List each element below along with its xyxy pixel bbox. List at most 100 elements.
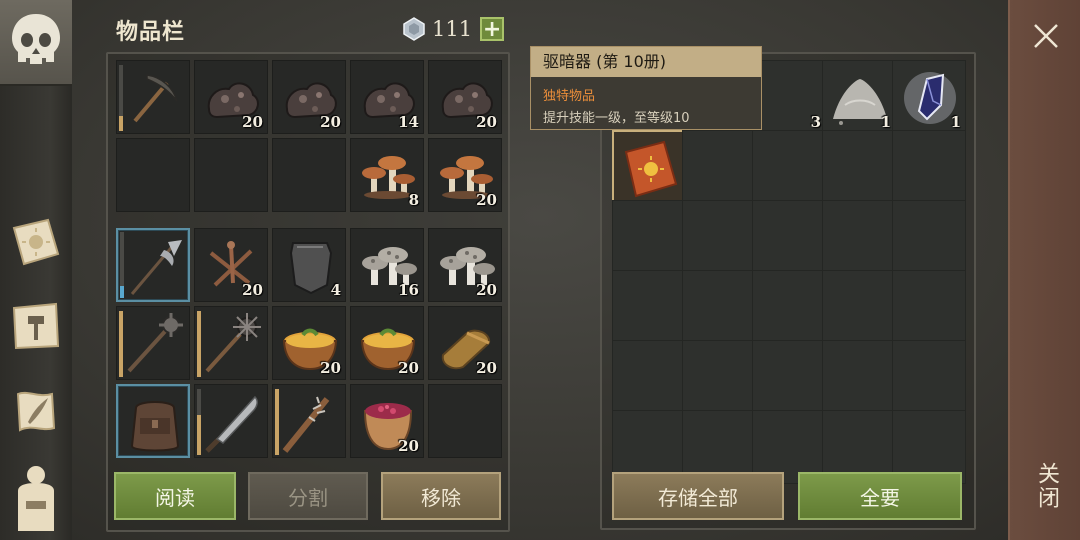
durability-bar	[119, 311, 123, 377]
tooltip-item-type: 独特物品	[543, 89, 596, 104]
storage-slot-empty[interactable]	[892, 270, 966, 344]
storage-slot-empty[interactable]	[822, 270, 896, 344]
inventory-slot-backpack[interactable]	[116, 384, 190, 458]
storage-slot-empty[interactable]	[612, 200, 686, 274]
durability-bar	[197, 389, 201, 455]
storage-slot-empty[interactable]	[892, 200, 966, 274]
durability-fill	[197, 415, 201, 455]
currency-display: 111 +	[402, 14, 505, 44]
durability-fill	[119, 116, 123, 131]
inventory-slot-iron-ore[interactable]: 20	[194, 60, 268, 134]
remove-button[interactable]: 移除	[381, 472, 501, 520]
storage-slot-empty[interactable]	[682, 200, 756, 274]
morning-star-icon	[205, 313, 261, 373]
item-count: 20	[476, 359, 497, 377]
storage-slot-crystal[interactable]: 1	[892, 60, 966, 134]
inventory-slot-soup-bowl[interactable]: 20	[272, 306, 346, 380]
tooltip-description: 提升技能一级，至等级10	[543, 111, 690, 126]
inventory-slot-iron-ore[interactable]: 14	[350, 60, 424, 134]
close-label[interactable]: 关闭	[1032, 462, 1062, 510]
inventory-slot-grey-mushroom[interactable]: 20	[428, 228, 502, 302]
add-currency-button[interactable]: +	[480, 17, 505, 41]
inventory-slot-morning-star[interactable]	[194, 306, 268, 380]
storage-slot-empty[interactable]	[752, 200, 826, 274]
item-count: 16	[398, 281, 419, 299]
storage-slot-empty[interactable]	[682, 130, 756, 204]
inventory-slot-machete[interactable]	[194, 384, 268, 458]
pickaxe-icon	[133, 74, 178, 123]
sidebar-item-crafting[interactable]	[6, 296, 66, 356]
storage-slot-empty[interactable]	[822, 340, 896, 414]
sidebar-item-journal[interactable]	[6, 212, 66, 272]
skull-icon	[12, 14, 60, 64]
gem-icon	[403, 17, 425, 41]
item-count: 20	[320, 359, 341, 377]
durability-fill	[275, 389, 279, 455]
inventory-slot-orange-mushroom[interactable]: 20	[428, 138, 502, 212]
close-icon[interactable]	[1028, 18, 1064, 54]
tooltip-title: 驱暗器 (第 10册)	[531, 47, 761, 77]
spiked-club-icon	[282, 396, 330, 453]
item-count: 20	[476, 281, 497, 299]
sidebar-item-equipment[interactable]	[6, 466, 66, 531]
storage-slot-empty[interactable]	[682, 340, 756, 414]
inventory-slot-soup-bowl[interactable]: 20	[350, 306, 424, 380]
store-all-button[interactable]: 存储全部	[612, 472, 784, 520]
inventory-slot-berry-bowl[interactable]: 20	[350, 384, 424, 458]
inventory-slot-empty[interactable]	[194, 138, 268, 212]
scroll-quill-icon	[16, 391, 56, 432]
inventory-slot-empty[interactable]	[428, 384, 502, 458]
hammer-map-icon	[12, 302, 60, 350]
storage-slot-tome[interactable]	[612, 130, 686, 204]
item-tooltip: 驱暗器 (第 10册) 独特物品 提升技能一级，至等级10	[530, 46, 762, 130]
item-count: 14	[398, 113, 419, 131]
take-all-button[interactable]: 全要	[798, 472, 962, 520]
inventory-slot-orange-mushroom[interactable]: 8	[350, 138, 424, 212]
character-silhouette-icon	[18, 466, 54, 531]
sidebar-item-quests[interactable]	[6, 382, 66, 442]
inventory-slot-iron-ore[interactable]: 20	[428, 60, 502, 134]
storage-slot-empty[interactable]	[612, 340, 686, 414]
split-button[interactable]: 分割	[248, 472, 368, 520]
storage-slot-empty[interactable]	[752, 270, 826, 344]
storage-slot-empty[interactable]: 3	[752, 60, 826, 134]
item-count: 20	[242, 281, 263, 299]
mace-icon	[127, 313, 183, 373]
durability-fill	[119, 311, 123, 377]
storage-slot-empty[interactable]	[892, 130, 966, 204]
tome-icon	[624, 140, 678, 198]
storage-slot-empty[interactable]	[822, 200, 896, 274]
inventory-slot-spiked-club[interactable]	[272, 384, 346, 458]
backpack-icon	[130, 401, 180, 452]
inventory-slot-grey-mushroom[interactable]: 16	[350, 228, 424, 302]
storage-slot-empty[interactable]	[892, 340, 966, 414]
durability-bar	[119, 65, 123, 131]
inventory-slot-iron-ore[interactable]: 20	[272, 60, 346, 134]
durability-bar	[197, 311, 201, 377]
storage-slot-empty[interactable]	[822, 130, 896, 204]
item-count: 20	[476, 191, 497, 209]
item-count: 3	[810, 113, 821, 131]
close-panel[interactable]: 关闭	[1008, 0, 1080, 540]
item-count: 8	[408, 191, 419, 209]
inventory-slot-nails[interactable]: 20	[194, 228, 268, 302]
item-count: 20	[398, 437, 419, 455]
inventory-slot-halberd[interactable]	[116, 228, 190, 302]
storage-slot-sand-pile[interactable]: 1	[822, 60, 896, 134]
inventory-slot-mace[interactable]	[116, 306, 190, 380]
item-count: 20	[242, 113, 263, 131]
machete-icon	[205, 395, 258, 453]
inventory-slot-empty[interactable]	[116, 138, 190, 212]
item-count: 20	[476, 113, 497, 131]
storage-slot-empty[interactable]	[752, 340, 826, 414]
storage-slot-empty[interactable]	[682, 270, 756, 344]
read-button[interactable]: 阅读	[114, 472, 236, 520]
tab-character-skull[interactable]	[0, 0, 72, 86]
inventory-slot-chest-plate[interactable]: 4	[272, 228, 346, 302]
inventory-slot-bread-loaf[interactable]: 20	[428, 306, 502, 380]
inventory-slot-empty[interactable]	[272, 138, 346, 212]
inventory-slot-pickaxe[interactable]	[116, 60, 190, 134]
sun-book-icon	[12, 218, 60, 266]
storage-slot-empty[interactable]	[752, 130, 826, 204]
storage-slot-empty[interactable]	[612, 270, 686, 344]
